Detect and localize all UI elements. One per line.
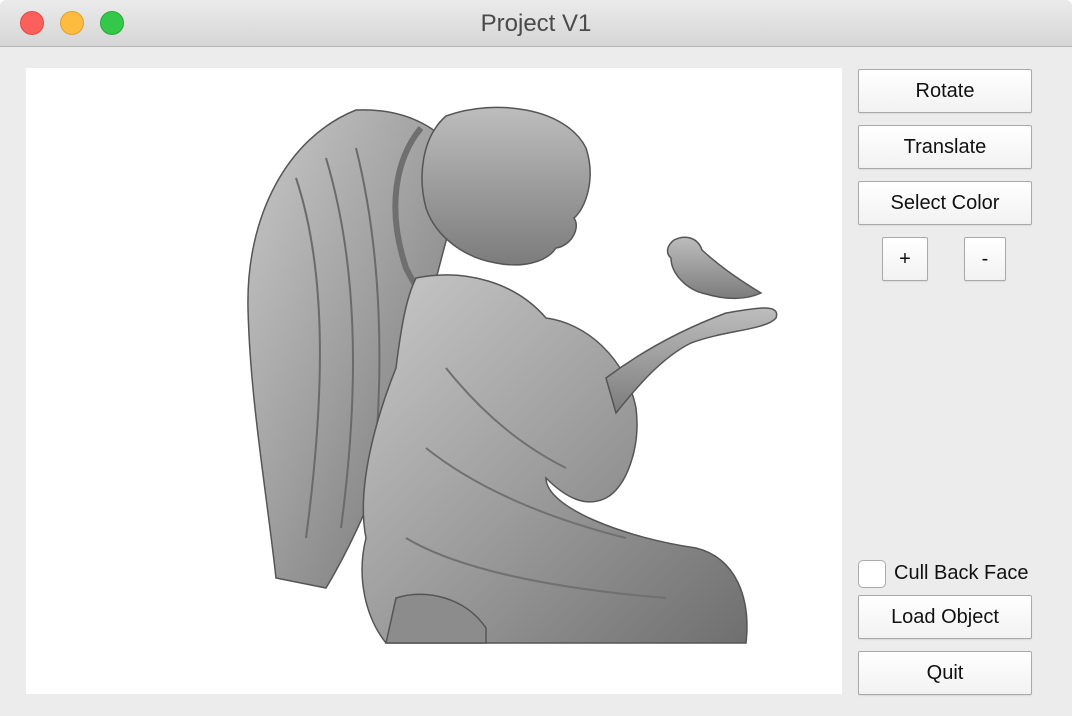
zoom-out-button[interactable]: - (964, 237, 1006, 281)
load-object-button[interactable]: Load Object (858, 595, 1032, 639)
cull-back-face-label: Cull Back Face (894, 562, 1029, 584)
app-window: Project V1 Rotate Translate Select Color… (0, 0, 1072, 716)
cull-back-face-option[interactable]: Cull Back Face (858, 560, 1058, 588)
translate-button[interactable]: Translate (858, 125, 1032, 169)
rotate-button[interactable]: Rotate (858, 69, 1032, 113)
cull-back-face-checkbox[interactable] (858, 560, 886, 588)
angel-statue-model (247, 106, 778, 644)
zoom-in-button[interactable]: + (882, 237, 928, 281)
select-color-button[interactable]: Select Color (858, 181, 1032, 225)
window-title: Project V1 (480, 10, 592, 37)
render-viewport[interactable] (26, 68, 842, 694)
quit-button[interactable]: Quit (858, 651, 1032, 695)
head-shape (421, 106, 591, 266)
bird-shape (666, 236, 763, 300)
title-bar[interactable]: Project V1 (0, 0, 1072, 47)
